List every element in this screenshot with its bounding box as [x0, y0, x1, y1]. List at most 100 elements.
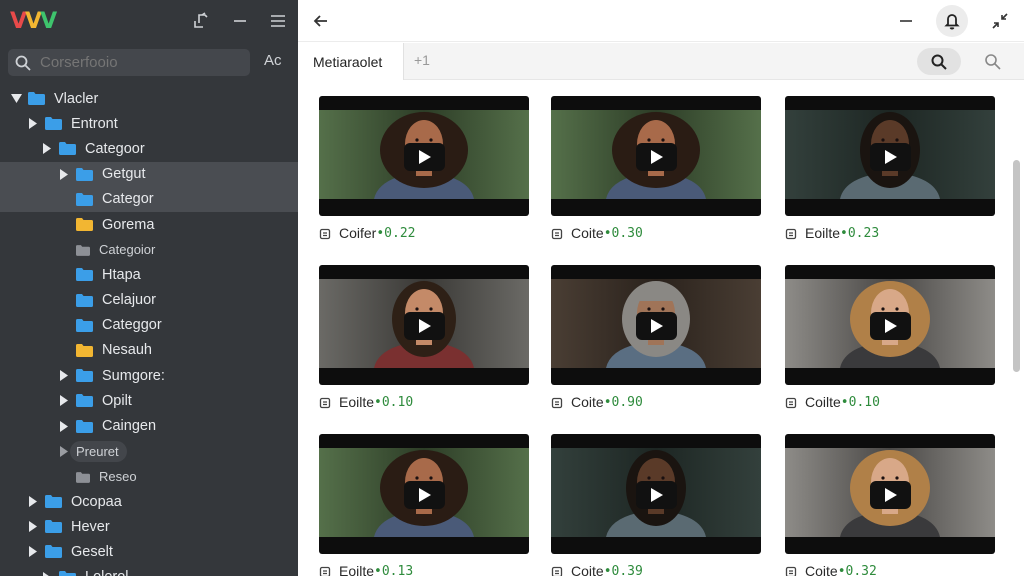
video-thumbnail[interactable]	[551, 265, 761, 385]
tree-item-16[interactable]: Ocopaa	[0, 489, 298, 514]
match-case-toggle[interactable]: Ac	[264, 52, 282, 69]
tree-item-label: Nesauh	[102, 342, 152, 359]
folder-tree: Vlacler Entront Categoor Getgut Categor Gorem…	[0, 86, 298, 576]
video-score: •0.10	[840, 394, 880, 410]
hamburger-menu-icon[interactable]	[265, 8, 291, 34]
caret-right-icon[interactable]	[58, 370, 70, 382]
video-caption: Coite •0.30	[551, 224, 643, 242]
file-icon	[319, 565, 331, 576]
tree-item-5[interactable]: Gorema	[0, 212, 298, 237]
play-icon[interactable]	[870, 312, 911, 340]
video-caption: Coite •0.32	[785, 562, 877, 576]
file-icon	[319, 227, 331, 240]
tree-item-label: Vlacler	[54, 90, 99, 107]
caret-right-icon[interactable]	[27, 496, 39, 508]
person-icon[interactable]	[978, 48, 1005, 75]
tree-item-label: Preuret	[70, 440, 127, 462]
file-icon	[551, 227, 563, 240]
video-caption: Eoilte •0.10	[319, 393, 413, 411]
file-icon	[319, 396, 331, 409]
logo-mark: VVV	[10, 9, 57, 34]
sidebar-search[interactable]	[8, 49, 250, 76]
video-score: •0.13	[374, 563, 414, 576]
tree-item-15[interactable]: Reseo	[0, 464, 298, 489]
search-button[interactable]	[917, 48, 961, 75]
tree-item-19[interactable]: Lolerol	[0, 565, 298, 576]
app-logo: VVV	[10, 9, 57, 34]
tree-item-10[interactable]: Nesauh	[0, 338, 298, 363]
video-score: •0.22	[376, 225, 416, 241]
play-icon[interactable]	[404, 143, 445, 171]
play-icon[interactable]	[636, 143, 677, 171]
tree-item-9[interactable]: Categgor	[0, 313, 298, 338]
minus-icon[interactable]	[893, 8, 919, 34]
caret-right-icon[interactable]	[58, 168, 70, 180]
play-icon[interactable]	[636, 312, 677, 340]
folder-icon	[45, 495, 62, 509]
tree-item-8[interactable]: Celajuor	[0, 288, 298, 313]
caret-right-icon[interactable]	[58, 395, 70, 407]
folder-icon	[45, 545, 62, 559]
tree-item-0[interactable]: Vlacler	[0, 86, 298, 111]
folder-icon	[76, 419, 93, 433]
tree-item-12[interactable]: Opilt	[0, 388, 298, 413]
tree-item-18[interactable]: Geselt	[0, 539, 298, 564]
video-thumbnail[interactable]	[319, 96, 529, 216]
tree-item-label: Categoor	[85, 140, 145, 157]
video-caption: Eoilte •0.13	[319, 562, 413, 576]
play-icon[interactable]	[404, 481, 445, 509]
tab-metadata[interactable]: Metiaraolet	[298, 43, 404, 80]
caret-right-icon[interactable]	[41, 571, 53, 576]
caret-right-icon[interactable]	[58, 420, 70, 432]
video-caption: Coite •0.39	[551, 562, 643, 576]
folder-icon	[45, 117, 62, 131]
video-thumbnail[interactable]	[785, 96, 995, 216]
tab-bar: Metiaraolet +1	[298, 43, 1024, 80]
tree-item-label: Opilt	[102, 392, 132, 409]
caret-right-icon[interactable]	[27, 546, 39, 558]
top-toolbar	[298, 0, 1024, 42]
tree-item-label: Ocopaa	[71, 493, 122, 510]
tree-item-7[interactable]: Htapa	[0, 262, 298, 287]
video-score: •0.39	[603, 563, 643, 576]
folder-icon	[76, 218, 93, 232]
tree-item-17[interactable]: Hever	[0, 514, 298, 539]
collapse-arrows-icon[interactable]	[987, 8, 1013, 34]
video-thumbnail[interactable]	[319, 265, 529, 385]
caret-down-icon[interactable]	[10, 93, 22, 105]
video-thumbnail[interactable]	[785, 265, 995, 385]
video-grid: Coifer •0.22 Coite •0.30 Eoilte •0.23 Eoilte •0…	[298, 81, 1012, 576]
scrollbar[interactable]	[1013, 160, 1020, 372]
tree-item-13[interactable]: Caingen	[0, 413, 298, 438]
video-thumbnail[interactable]	[785, 434, 995, 554]
video-thumbnail[interactable]	[551, 434, 761, 554]
caret-right-icon[interactable]	[27, 118, 39, 130]
tree-item-label: Reseo	[99, 468, 137, 484]
back-arrow-icon[interactable]	[308, 8, 334, 34]
caret-right-icon[interactable]	[27, 521, 39, 533]
tree-item-4[interactable]: Categor	[0, 186, 298, 212]
bell-icon[interactable]	[936, 5, 968, 37]
play-icon[interactable]	[870, 143, 911, 171]
search-input[interactable]	[40, 54, 240, 71]
minimize-icon[interactable]	[227, 8, 253, 34]
video-caption: Coifer •0.22	[319, 224, 416, 242]
folder-icon	[76, 192, 93, 206]
add-tab-button[interactable]: +1	[414, 52, 430, 68]
tree-item-14[interactable]: Preuret	[0, 439, 298, 464]
file-icon	[551, 396, 563, 409]
tree-item-3[interactable]: Getgut	[0, 161, 298, 187]
share-icon[interactable]	[188, 8, 214, 34]
tree-item-label: Geselt	[71, 543, 113, 560]
tree-item-2[interactable]: Categoor	[0, 136, 298, 161]
play-icon[interactable]	[870, 481, 911, 509]
video-thumbnail[interactable]	[551, 96, 761, 216]
play-icon[interactable]	[636, 481, 677, 509]
play-icon[interactable]	[404, 312, 445, 340]
tree-item-6[interactable]: Categoior	[0, 237, 298, 262]
caret-right-icon[interactable]	[58, 445, 70, 457]
caret-right-icon[interactable]	[41, 143, 53, 155]
tree-item-11[interactable]: Sumgore:	[0, 363, 298, 388]
tree-item-1[interactable]: Entront	[0, 111, 298, 136]
video-thumbnail[interactable]	[319, 434, 529, 554]
